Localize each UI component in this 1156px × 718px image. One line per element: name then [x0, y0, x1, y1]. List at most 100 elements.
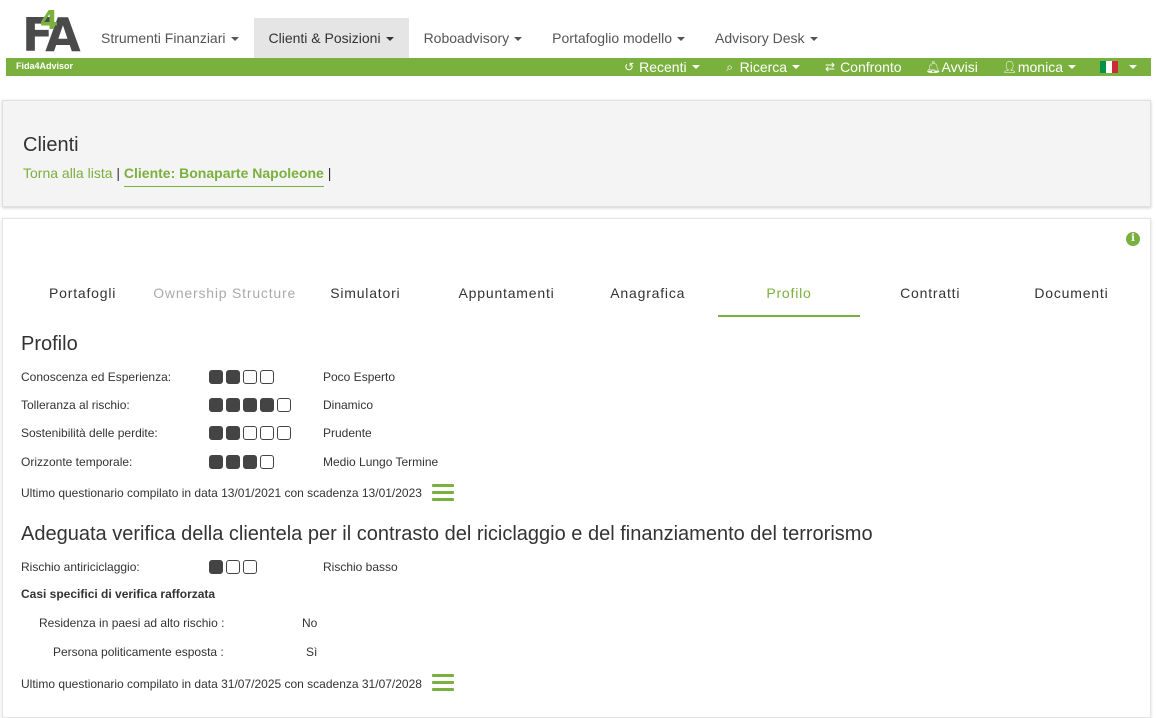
- app-logo[interactable]: FA 4: [10, 4, 81, 61]
- nav-strumenti-finanziari[interactable]: Strumenti Finanziari: [86, 18, 254, 58]
- tab-appuntamenti[interactable]: Appuntamenti: [436, 275, 577, 317]
- nav-portafoglio-modello[interactable]: Portafoglio modello: [537, 18, 700, 58]
- rating-square-filled: [209, 370, 223, 384]
- rating-square-filled: [243, 455, 257, 469]
- rating-square-filled: [226, 426, 240, 440]
- rating-squares: [209, 398, 294, 412]
- aml-title: Adeguata verifica della clientela per il…: [21, 523, 873, 545]
- client-detail-panel: i Portafogli Ownership Structure Simulat…: [2, 218, 1151, 718]
- profile-row-label: Sostenibilità delle perdite:: [21, 426, 158, 440]
- avvisi-link[interactable]: 🔔︎ Avvisi: [926, 58, 978, 76]
- rating-square-filled: [209, 560, 223, 574]
- history-icon: ↺: [624, 60, 635, 74]
- search-icon: ⌕: [726, 60, 733, 74]
- rating-squares: [209, 426, 294, 440]
- rating-square-filled: [226, 398, 240, 412]
- questionnaire-menu-icon[interactable]: [432, 484, 454, 502]
- nav-advisory-desk[interactable]: Advisory Desk: [700, 18, 832, 58]
- case-value: Sì: [306, 645, 318, 659]
- avvisi-label: Avvisi: [941, 59, 978, 75]
- tab-documenti[interactable]: Documenti: [1001, 275, 1142, 317]
- rating-squares: [209, 560, 260, 574]
- breadcrumb: Torna alla lista | Cliente: Bonaparte Na…: [23, 165, 332, 187]
- profile-row-value: Poco Esperto: [323, 370, 396, 384]
- profile-row-label: Tolleranza al rischio:: [21, 398, 130, 412]
- rating-square-filled: [209, 455, 223, 469]
- profile-row-label: Orizzonte temporale:: [21, 455, 133, 469]
- rating-squares: [209, 455, 277, 469]
- tab-anagrafica[interactable]: Anagrafica: [577, 275, 718, 317]
- user-menu[interactable]: 👤︎ monica: [1002, 58, 1076, 76]
- aml-risk-value: Rischio basso: [323, 560, 398, 574]
- tab-contratti[interactable]: Contratti: [860, 275, 1001, 317]
- rating-square-empty: [260, 370, 274, 384]
- clients-header-panel: Clienti Torna alla lista | Cliente: Bona…: [2, 100, 1151, 207]
- aml-risk-label: Rischio antiriciclaggio:: [21, 560, 140, 574]
- exchange-icon: ⇄: [825, 60, 836, 74]
- tab-profilo[interactable]: Profilo: [718, 275, 860, 317]
- case-value: No: [302, 616, 318, 630]
- ricerca-label: Ricerca: [739, 59, 788, 75]
- caret-down-icon: [385, 37, 394, 42]
- rating-square-filled: [226, 370, 240, 384]
- brand-subtitle: Fida4Advisor: [16, 61, 74, 71]
- nav-label: Roboadvisory: [423, 30, 510, 46]
- current-client-link[interactable]: Cliente: Bonaparte Napoleone: [123, 165, 324, 187]
- questionnaire-menu-icon[interactable]: [432, 674, 454, 692]
- aml-questionnaire-info: Ultimo questionario compilato in data 31…: [21, 677, 422, 691]
- rating-square-filled: [209, 426, 223, 440]
- profile-row-value: Medio Lungo Termine: [323, 455, 439, 469]
- nav-label: Portafoglio modello: [552, 30, 673, 46]
- page-title: Clienti: [23, 134, 79, 156]
- rating-square-empty: [260, 426, 274, 440]
- rating-square-empty: [243, 370, 257, 384]
- profile-row-value: Prudente: [323, 426, 372, 440]
- top-navigation: Strumenti Finanziari Clienti & Posizioni…: [86, 18, 833, 58]
- secondary-menu-bar: Fida4Advisor ↺ Recenti ⌕ Ricerca ⇄ Confront…: [6, 58, 1151, 76]
- recenti-label: Recenti: [639, 59, 687, 75]
- case-label: Persona politicamente esposta :: [53, 645, 224, 659]
- specific-cases-title: Casi specifici di verifica rafforzata: [21, 587, 216, 601]
- info-icon[interactable]: i: [1126, 232, 1140, 246]
- caret-down-icon: [792, 65, 801, 69]
- nav-label: Strumenti Finanziari: [101, 30, 226, 46]
- rating-square-empty: [226, 560, 240, 574]
- caret-down-icon: [809, 37, 818, 42]
- profilo-questionnaire-info: Ultimo questionario compilato in data 13…: [21, 486, 422, 500]
- rating-square-filled: [243, 398, 257, 412]
- back-to-list-link[interactable]: Torna alla lista: [23, 165, 113, 181]
- rating-squares: [209, 370, 277, 384]
- confronto-label: Confronto: [840, 59, 902, 75]
- rating-square-empty: [243, 426, 257, 440]
- tab-simulatori[interactable]: Simulatori: [295, 275, 436, 317]
- ricerca-menu[interactable]: ⌕ Ricerca: [724, 58, 801, 76]
- caret-down-icon: [1068, 65, 1076, 69]
- case-label: Residenza in paesi ad alto rischio :: [39, 616, 225, 630]
- bell-icon: 🔔︎: [925, 60, 941, 74]
- language-menu[interactable]: [1100, 58, 1137, 76]
- confronto-link[interactable]: ⇄ Confronto: [824, 58, 902, 76]
- caret-down-icon: [1129, 65, 1137, 69]
- rating-square-filled: [209, 398, 223, 412]
- breadcrumb-separator: |: [327, 165, 332, 181]
- italy-flag-icon: [1100, 61, 1118, 73]
- caret-down-icon: [677, 37, 686, 42]
- user-icon: 👤︎: [1001, 60, 1018, 74]
- nav-label: Advisory Desk: [715, 30, 805, 46]
- rating-square-filled: [226, 455, 240, 469]
- rating-square-empty: [277, 398, 291, 412]
- client-tabs: Portafogli Ownership Structure Simulator…: [12, 275, 1142, 317]
- tab-ownership-structure: Ownership Structure: [153, 285, 297, 301]
- tab-portafogli[interactable]: Portafogli: [12, 275, 153, 317]
- caret-down-icon: [514, 37, 523, 42]
- breadcrumb-separator: |: [116, 165, 121, 181]
- profile-row-value: Dinamico: [323, 398, 374, 412]
- nav-label: Clienti & Posizioni: [268, 30, 381, 46]
- nav-clienti-posizioni[interactable]: Clienti & Posizioni: [253, 18, 409, 58]
- rating-square-empty: [277, 426, 291, 440]
- recenti-menu[interactable]: ↺ Recenti: [623, 58, 700, 76]
- rating-square-filled: [260, 398, 274, 412]
- rating-square-empty: [260, 455, 274, 469]
- nav-roboadvisory[interactable]: Roboadvisory: [409, 18, 538, 58]
- user-name: monica: [1017, 59, 1063, 75]
